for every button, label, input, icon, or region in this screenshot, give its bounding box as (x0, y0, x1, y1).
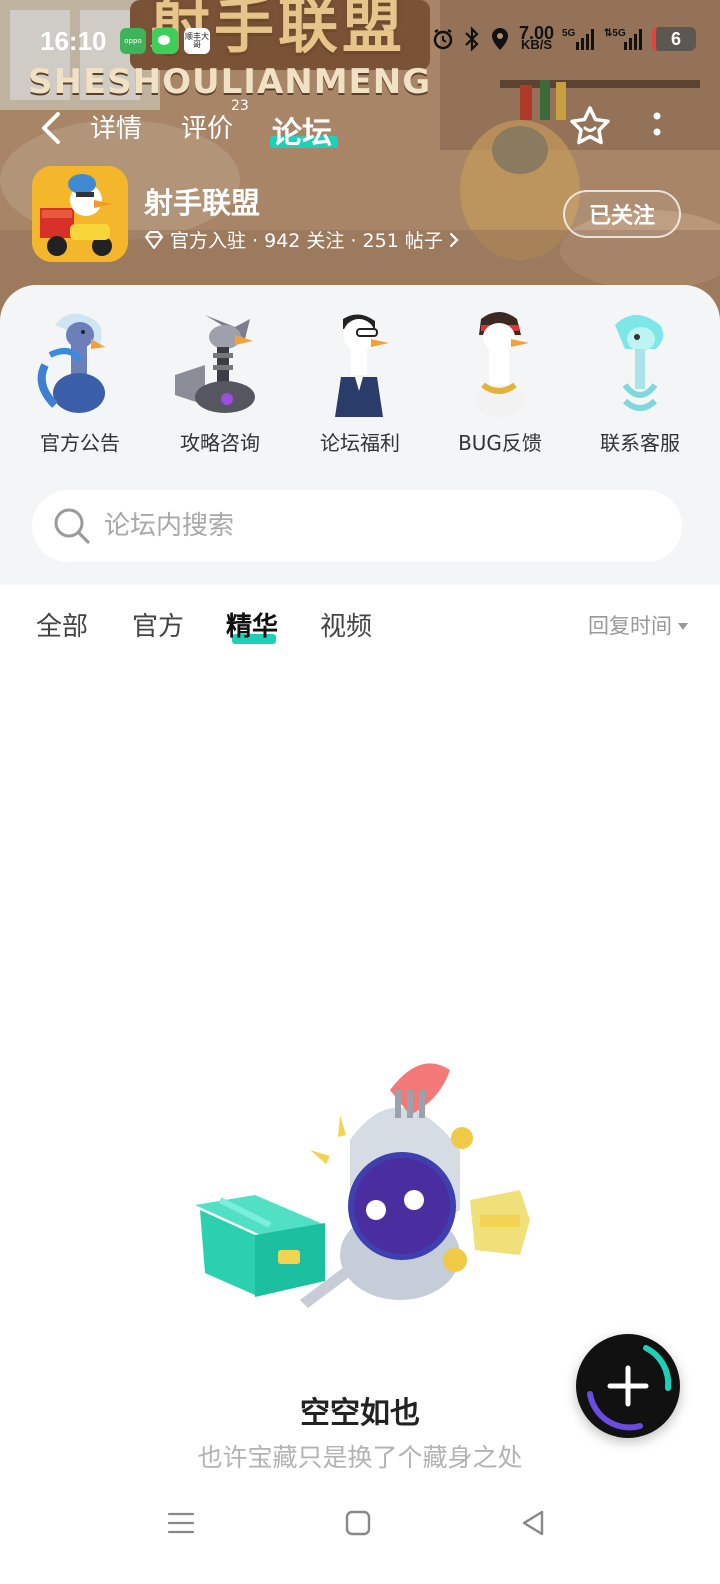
svg-text:5G: 5G (562, 28, 576, 39)
oppo-app-icon: oppo (120, 28, 146, 54)
net-speed-unit: KB/S (520, 37, 552, 52)
location-icon (491, 28, 508, 50)
create-post-button[interactable] (576, 1334, 680, 1438)
goose-mech-icon (175, 315, 255, 413)
search-input[interactable] (104, 511, 604, 541)
status-bar: 16:10 oppo 顺丰大哥 7.00 KB/S 5G ⇅5G 6 (0, 22, 720, 64)
filter-tab-video[interactable]: 视频 (320, 606, 372, 643)
category-label: 联系客服 (600, 431, 680, 455)
follow-button[interactable]: 已关注 (563, 190, 681, 238)
category-list: 官方公告 攻略咨询 论坛福利 BUG反馈 联系客服 (0, 305, 720, 456)
game-meta[interactable]: 官方入驻 · 942 关注 · 251 帖子 (144, 226, 459, 253)
game-title: 射手联盟 (144, 186, 261, 220)
category-label: 官方公告 (40, 431, 120, 455)
sf-app-icon: 顺丰大哥 (184, 28, 210, 54)
favorite-star-icon[interactable] (568, 104, 612, 148)
bluetooth-icon (465, 26, 479, 52)
game-app-icon (32, 166, 128, 262)
back-arrow-icon[interactable] (38, 110, 68, 146)
goose-pirate-icon (475, 312, 529, 417)
svg-text:⇅5G: ⇅5G (604, 28, 626, 39)
forum-search-bar[interactable] (32, 490, 682, 562)
wechat-app-icon (152, 28, 178, 54)
tab-forum[interactable]: 论坛 (272, 108, 332, 152)
signal-5g-icon: 5G (562, 28, 594, 50)
empty-state-knight-illustration (195, 1063, 530, 1308)
game-meta-text: 官方入驻 · 942 关注 · 251 帖子 (170, 230, 443, 252)
signal-5g-2-icon: ⇅5G (604, 28, 642, 50)
search-icon (54, 508, 90, 544)
goose-ghost-icon (615, 315, 664, 411)
tab-reviews[interactable]: 评价 (181, 108, 233, 145)
forum-panel: 官方公告 攻略咨询 论坛福利 BUG反馈 联系客服 论坛内搜索 (0, 285, 720, 585)
category-label: BUG反馈 (458, 431, 542, 455)
diamond-badge-icon (145, 230, 163, 249)
filter-tab-all[interactable]: 全部 (36, 606, 88, 643)
goose-blue-icon (37, 313, 105, 413)
top-nav: 详情 评价 23 论坛 (0, 98, 720, 156)
post-filter-tabs: 全部 官方 精华 视频 回复时间 (0, 600, 720, 660)
category-support[interactable]: 联系客服 (575, 305, 705, 456)
status-app-icons: oppo 顺丰大哥 (120, 28, 210, 54)
menu-icon[interactable] (166, 1508, 196, 1538)
caret-down-icon (678, 622, 688, 630)
category-guides[interactable]: 攻略咨询 (155, 305, 285, 456)
category-benefits[interactable]: 论坛福利 (295, 305, 425, 456)
category-announcements[interactable]: 官方公告 (15, 305, 145, 456)
back-triangle-icon[interactable] (518, 1508, 548, 1538)
tab-details[interactable]: 详情 (90, 108, 142, 145)
fab-ring-icon (587, 1345, 672, 1431)
empty-state-subtitle: 也许宝藏只是换了个藏身之处 (197, 1443, 523, 1472)
sort-dropdown[interactable]: 回复时间 (588, 610, 688, 640)
alarm-icon (433, 28, 453, 50)
status-indicators: 7.00 KB/S 5G ⇅5G 6 (431, 24, 696, 52)
battery-indicator: 6 (652, 27, 696, 51)
filter-tab-official[interactable]: 官方 (132, 606, 184, 643)
review-count-badge: 23 (231, 98, 249, 114)
net-speed: 7.00 KB/S (519, 24, 554, 52)
goose-suit-icon (335, 314, 389, 417)
chevron-right-icon (449, 232, 459, 247)
home-icon[interactable] (343, 1508, 373, 1538)
category-bug-report[interactable]: BUG反馈 (435, 305, 565, 456)
banner-subtitle-art: SHESHOULIANMENG (28, 62, 432, 102)
system-navigation-bar (0, 1500, 720, 1550)
category-label: 论坛福利 (320, 431, 400, 455)
status-time: 16:10 (40, 26, 107, 56)
sort-label: 回复时间 (588, 614, 672, 638)
category-label: 攻略咨询 (180, 431, 260, 455)
more-menu-icon[interactable] (650, 110, 664, 140)
filter-tab-featured[interactable]: 精华 (226, 606, 278, 643)
